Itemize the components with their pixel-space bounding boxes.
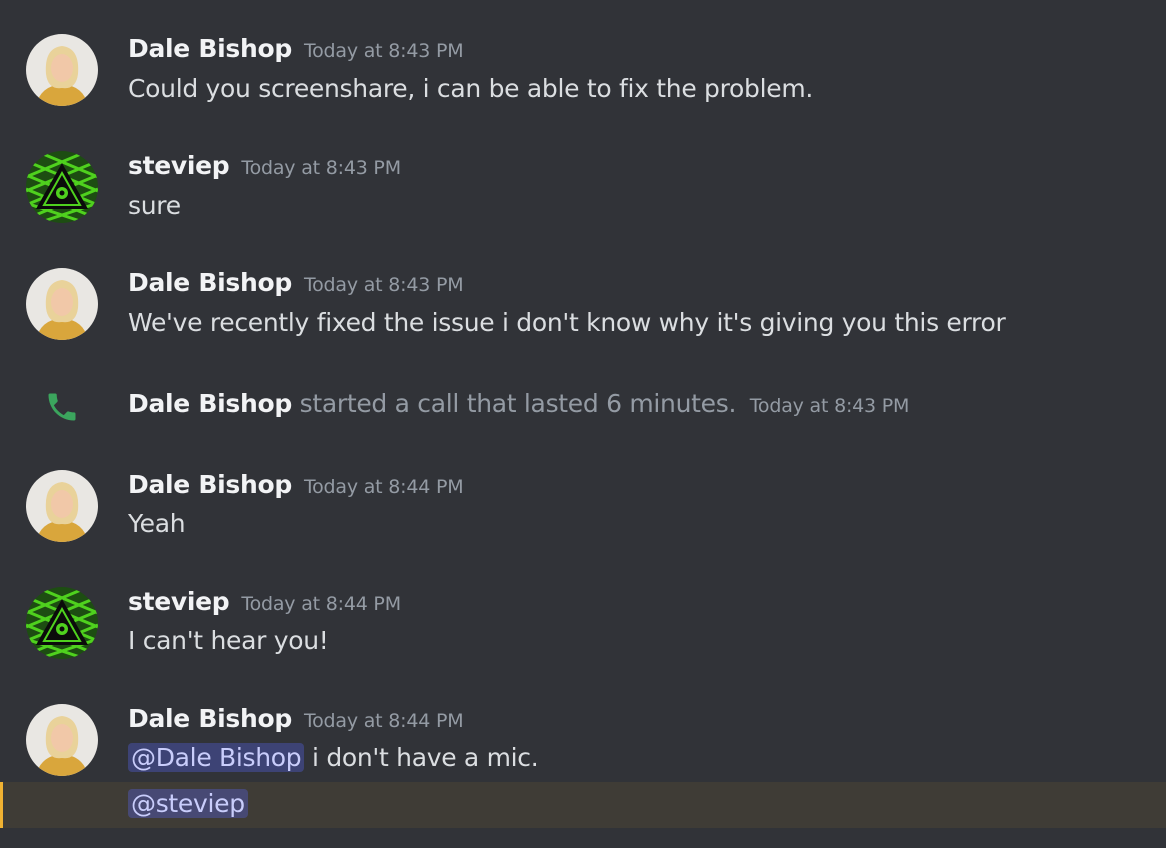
message-content: sure (128, 191, 181, 220)
avatar-dale-bishop[interactable] (26, 268, 98, 340)
timestamp: Today at 8:44 PM (303, 710, 464, 732)
message-content: I can't hear you! (128, 626, 329, 655)
author-name[interactable]: Dale Bishop (128, 268, 292, 297)
user-mention[interactable]: @Dale Bishop (128, 743, 305, 772)
message-content: @steviep (128, 789, 248, 818)
avatar-steviep[interactable] (26, 587, 98, 659)
author-name[interactable]: Dale Bishop (128, 704, 292, 733)
avatar-dale-bishop[interactable] (26, 34, 98, 106)
timestamp: Today at 8:43 PM (303, 40, 464, 62)
message-text: i don't have a mic. (304, 743, 539, 772)
message-content: @Dale Bishop i don't have a mic. (128, 743, 539, 772)
message-content: Could you screenshare, i can be able to … (128, 74, 814, 103)
timestamp: Today at 8:43 PM (241, 157, 401, 179)
avatar-dale-bishop[interactable] (26, 704, 98, 776)
author-name[interactable]: Dale Bishop (128, 389, 292, 418)
timestamp: Today at 8:44 PM (241, 593, 401, 615)
timestamp: Today at 8:44 PM (303, 476, 464, 498)
timestamp: Today at 8:43 PM (749, 395, 910, 417)
avatar-steviep[interactable] (26, 151, 98, 223)
message-content: Yeah (128, 509, 186, 538)
timestamp: Today at 8:43 PM (303, 274, 464, 296)
user-mention[interactable]: @steviep (128, 789, 248, 818)
author-name[interactable]: steviep (128, 151, 230, 180)
author-name[interactable]: steviep (128, 587, 230, 616)
message-content: We've recently fixed the issue i don't k… (128, 308, 1006, 337)
chat-messages: Dale Bishop Today at 8:43 PM Could you sc… (0, 0, 1166, 848)
call-description: started a call that lasted 6 minutes. (299, 389, 737, 418)
phone-icon (48, 393, 76, 421)
author-name[interactable]: Dale Bishop (128, 470, 292, 499)
avatar-dale-bishop[interactable] (26, 470, 98, 542)
author-name[interactable]: Dale Bishop (128, 34, 292, 63)
